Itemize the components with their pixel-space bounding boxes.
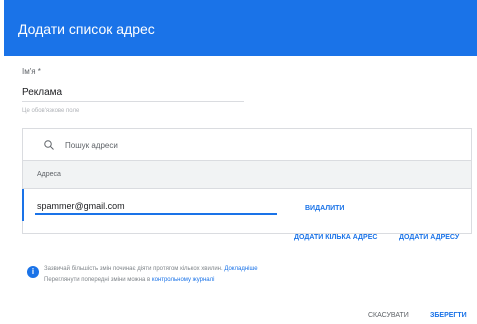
- info-line-1: Зазвичай більшість змін починає діяти пр…: [44, 266, 258, 272]
- learn-more-link[interactable]: Докладніше: [224, 266, 257, 272]
- delete-address-button[interactable]: ВИДАЛИТИ: [305, 205, 344, 212]
- name-field-underline: [22, 101, 244, 102]
- dialog-title: Додати список адрес: [18, 21, 155, 37]
- address-input[interactable]: [35, 199, 277, 215]
- address-table: Пошук адреси Адреса ВИДАЛИТИ: [22, 128, 472, 234]
- audit-log-link[interactable]: контрольному журналі: [152, 277, 215, 283]
- column-header-address: Адреса: [37, 171, 61, 178]
- add-multiple-addresses-button[interactable]: ДОДАТИ КІЛЬКА АДРЕС: [294, 234, 377, 241]
- name-field-hint: Це обов'язкове поле: [22, 108, 80, 114]
- info-icon: i: [27, 266, 39, 278]
- info-text-1: Зазвичай більшість змін починає діяти пр…: [44, 266, 223, 272]
- name-field-label: Ім'я *: [22, 67, 41, 76]
- name-field-input[interactable]: Реклама: [22, 87, 62, 98]
- cancel-button[interactable]: СКАСУВАТИ: [368, 312, 409, 319]
- column-header: Адреса: [23, 161, 471, 189]
- add-address-list-dialog: Додати список адрес Ім'я * Реклама Це об…: [4, 0, 477, 324]
- info-line-2: Переглянути попередні зміни можна в конт…: [44, 277, 214, 283]
- search-input[interactable]: Пошук адреси: [65, 141, 118, 150]
- dialog-header: Додати список адрес: [4, 0, 477, 56]
- search-row[interactable]: Пошук адреси: [23, 129, 471, 161]
- save-button[interactable]: ЗБЕРЕГТИ: [430, 312, 467, 319]
- add-address-button[interactable]: ДОДАТИ АДРЕСУ: [399, 234, 459, 241]
- table-row: ВИДАЛИТИ: [22, 189, 471, 221]
- info-text-2: Переглянути попередні зміни можна в: [44, 277, 151, 283]
- search-icon: [44, 140, 54, 150]
- row-focus-indicator: [22, 189, 24, 221]
